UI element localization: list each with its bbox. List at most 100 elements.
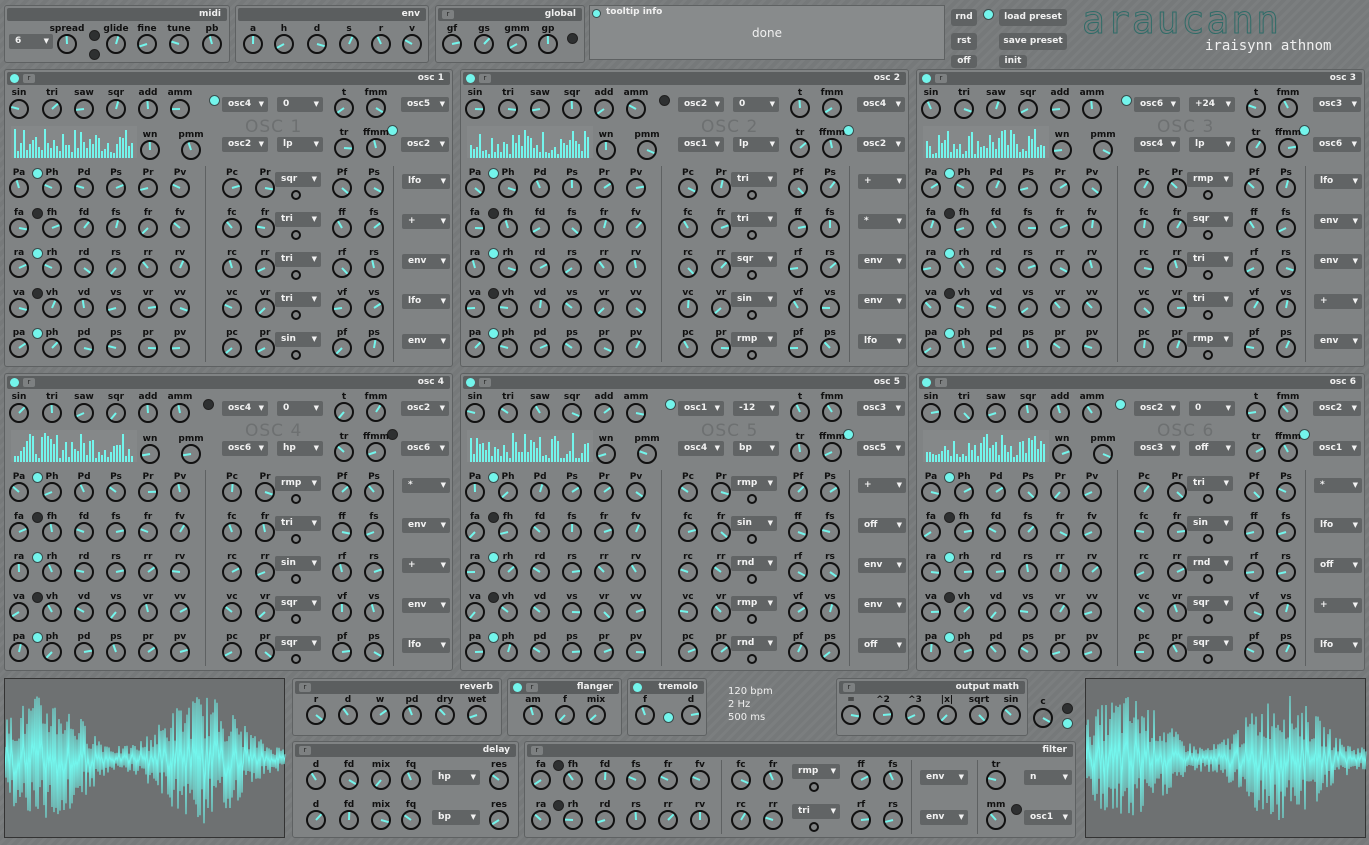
semitone-select[interactable]: -12 <box>733 401 779 416</box>
rnd-button[interactable]: rnd <box>951 9 977 26</box>
mod-knob[interactable] <box>170 642 190 662</box>
mod-dest-select[interactable]: off <box>858 638 906 653</box>
mod-dest-select[interactable]: lfo <box>1314 174 1362 189</box>
mod-knob[interactable] <box>921 482 941 502</box>
mod-knob[interactable] <box>1050 178 1070 198</box>
knob[interactable] <box>596 444 616 464</box>
mod-knob[interactable] <box>42 178 62 198</box>
mod-knob[interactable] <box>1018 522 1038 542</box>
wave-knob[interactable] <box>1018 403 1038 423</box>
mod-knob[interactable] <box>1276 642 1296 662</box>
mod-knob[interactable] <box>1082 602 1102 622</box>
knob[interactable] <box>563 810 583 830</box>
mod-knob[interactable] <box>986 338 1006 358</box>
mod-knob[interactable] <box>74 258 94 278</box>
mod-knob[interactable] <box>1134 258 1154 278</box>
mod-dest-select[interactable]: lfo <box>858 334 906 349</box>
knob[interactable] <box>243 34 263 54</box>
mod-knob[interactable] <box>1276 562 1296 582</box>
mod-knob[interactable] <box>74 298 94 318</box>
load-preset-button[interactable]: load preset <box>999 9 1067 26</box>
mod-knob[interactable] <box>1167 338 1187 358</box>
mod-knob[interactable] <box>626 522 646 542</box>
row-led[interactable] <box>944 592 955 603</box>
mod-knob[interactable] <box>42 642 62 662</box>
mod-knob[interactable] <box>820 562 840 582</box>
filter-type-select[interactable]: lp <box>1189 137 1235 152</box>
row-led[interactable] <box>488 328 499 339</box>
knob[interactable] <box>401 770 421 790</box>
knob[interactable] <box>371 810 391 830</box>
wave-knob[interactable] <box>465 403 485 423</box>
mod-knob[interactable] <box>1244 562 1264 582</box>
row-led[interactable] <box>32 328 43 339</box>
mod-knob[interactable] <box>498 482 518 502</box>
tremolo-sync-led[interactable] <box>663 712 674 723</box>
mod-dest-select[interactable]: env <box>858 598 906 613</box>
ffm-select[interactable]: osc2 <box>401 137 449 152</box>
wave-knob[interactable] <box>954 99 974 119</box>
mod-knob[interactable] <box>820 258 840 278</box>
knob[interactable] <box>523 705 543 725</box>
row-led[interactable] <box>944 248 955 259</box>
mod-shape-select[interactable]: sqr <box>275 596 321 611</box>
save-preset-button[interactable]: save preset <box>999 33 1067 50</box>
knob[interactable] <box>637 444 657 464</box>
power-led[interactable] <box>10 74 19 83</box>
mod-rate-knob[interactable] <box>291 534 301 544</box>
knob[interactable] <box>1278 402 1298 422</box>
mod-knob[interactable] <box>530 338 550 358</box>
mod-knob[interactable] <box>9 178 29 198</box>
mod-knob[interactable] <box>788 298 808 318</box>
mod-knob[interactable] <box>921 522 941 542</box>
mod-shape-select[interactable]: tri <box>731 172 777 187</box>
knob[interactable] <box>1093 140 1113 160</box>
mod-knob[interactable] <box>498 562 518 582</box>
mod-knob[interactable] <box>106 562 126 582</box>
src2-select[interactable]: osc2 <box>222 137 268 152</box>
knob[interactable] <box>690 810 710 830</box>
mod-knob[interactable] <box>364 178 384 198</box>
wave-knob[interactable] <box>1082 403 1102 423</box>
mod-knob[interactable] <box>138 602 158 622</box>
filter-type-select[interactable]: off <box>1189 441 1235 456</box>
mod-rate-knob[interactable] <box>747 230 757 240</box>
wave-knob[interactable] <box>954 403 974 423</box>
mod-dest-select[interactable]: off <box>1314 558 1362 573</box>
mod-knob[interactable] <box>9 562 29 582</box>
knob[interactable] <box>531 810 551 830</box>
wave-knob[interactable] <box>986 403 1006 423</box>
src2-select[interactable]: osc1 <box>678 137 724 152</box>
mod-knob[interactable] <box>1082 522 1102 542</box>
mod-knob[interactable] <box>678 602 698 622</box>
ffm-select[interactable]: osc1 <box>1313 441 1361 456</box>
fm-select[interactable]: osc2 <box>1313 401 1361 416</box>
mod-knob[interactable] <box>9 258 29 278</box>
mod-knob[interactable] <box>788 482 808 502</box>
mod-knob[interactable] <box>42 562 62 582</box>
mod-knob[interactable] <box>1244 338 1264 358</box>
filter-type-2[interactable]: osc1 <box>1024 810 1072 825</box>
knob[interactable] <box>137 34 157 54</box>
knob[interactable] <box>538 34 558 54</box>
knob[interactable] <box>140 444 160 464</box>
knob[interactable] <box>334 442 354 462</box>
mod-knob[interactable] <box>106 482 126 502</box>
mod-rate-knob[interactable] <box>1203 230 1213 240</box>
src2-select[interactable]: osc4 <box>678 441 724 456</box>
mod-knob[interactable] <box>1050 258 1070 278</box>
mod-knob[interactable] <box>222 602 242 622</box>
power-led[interactable] <box>466 378 475 387</box>
knob[interactable] <box>637 140 657 160</box>
randomize-button[interactable]: r <box>843 683 855 692</box>
mod-knob[interactable] <box>788 178 808 198</box>
mod-rate-knob[interactable] <box>747 614 757 624</box>
mod-dest-select[interactable]: + <box>1314 598 1362 613</box>
mod-dest-select[interactable]: env <box>402 518 450 533</box>
mod-knob[interactable] <box>498 642 518 662</box>
semitone-select[interactable]: 0 <box>277 401 323 416</box>
mod-shape-select[interactable]: sqr <box>1187 596 1233 611</box>
mod-knob[interactable] <box>1167 258 1187 278</box>
knob[interactable] <box>1246 138 1266 158</box>
mod-shape-select[interactable]: sin <box>731 516 777 531</box>
